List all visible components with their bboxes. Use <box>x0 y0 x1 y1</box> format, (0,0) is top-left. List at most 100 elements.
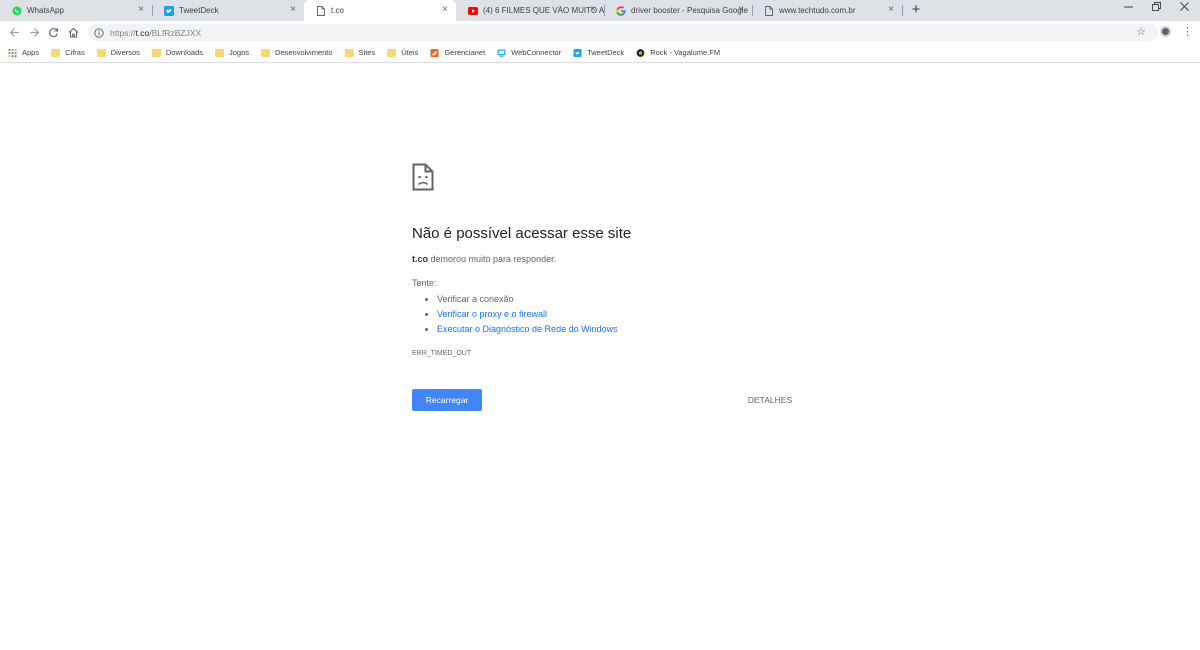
toolbar: https://t.co/BLfRzBZJXX ☆ ⋮ <box>0 21 1200 43</box>
folder-icon <box>344 48 354 57</box>
youtube-icon <box>468 6 478 16</box>
google-icon <box>616 5 626 16</box>
bookmark-label: Úteis <box>401 48 419 57</box>
close-icon[interactable]: × <box>886 5 896 15</box>
sad-page-icon <box>412 163 434 191</box>
url-host: t.co <box>135 27 150 38</box>
bookmark-folder-downloads[interactable]: Downloads <box>151 48 203 57</box>
error-host: t.co <box>412 254 429 264</box>
bookmark-label: Rock - Vagalume.FM <box>650 48 721 57</box>
try-label: Tente: <box>412 278 437 288</box>
home-button[interactable] <box>65 24 81 40</box>
tab-tco[interactable]: t.co × <box>304 0 456 21</box>
suggestions-list: Verificar a conexão Verificar o proxy e … <box>412 292 792 337</box>
home-icon <box>68 27 78 38</box>
folder-icon <box>215 48 224 57</box>
bookmark-star-icon[interactable]: ☆ <box>1135 25 1147 39</box>
tab-separator <box>902 5 903 16</box>
bookmarks-bar: Apps Cifras Diversos Downloads Jogos Des… <box>0 43 1200 63</box>
url-path: /BLfRzBZJXX <box>149 27 202 38</box>
folder-icon <box>151 48 161 57</box>
tweetdeck-icon <box>573 48 582 57</box>
bookmark-label: Gerencianet <box>444 48 486 57</box>
tab-google[interactable]: driver booster - Pesquisa Google × <box>604 0 752 21</box>
new-tab-button[interactable]: + <box>908 2 924 18</box>
tweetdeck-icon <box>164 5 174 16</box>
close-icon[interactable]: × <box>288 5 298 15</box>
close-icon[interactable]: × <box>736 5 746 15</box>
bookmark-apps[interactable]: Apps <box>8 48 39 57</box>
bookmark-gerencianet[interactable]: Gerencianet <box>430 48 485 57</box>
forward-button[interactable] <box>26 24 42 40</box>
vagalume-icon <box>636 48 645 57</box>
tab-techtudo[interactable]: www.techtudo.com.br × <box>752 0 902 21</box>
error-description-text: demorou muito para responder. <box>428 254 557 264</box>
url-scheme: https:// <box>110 27 136 38</box>
tab-title: driver booster - Pesquisa Google <box>631 6 748 15</box>
bookmark-folder-uteis[interactable]: Úteis <box>387 48 418 57</box>
tab-whatsapp[interactable]: WhatsApp × <box>0 0 152 21</box>
profile-avatar[interactable] <box>1160 26 1171 37</box>
tab-tweetdeck[interactable]: TweetDeck × <box>152 0 304 21</box>
tab-title: t.co <box>331 6 344 15</box>
close-icon[interactable]: × <box>136 5 146 15</box>
restore-icon[interactable] <box>1146 2 1166 16</box>
suggestion-check-connection: Verificar a conexão <box>437 292 792 307</box>
bookmark-label: Jogos <box>229 48 250 57</box>
tab-strip: WhatsApp × TweetDeck × t.co × (4) 6 FILM… <box>0 0 1200 21</box>
bookmark-folder-jogos[interactable]: Jogos <box>215 48 249 57</box>
arrow-left-icon <box>9 27 19 37</box>
error-description: t.co demorou muito para responder. <box>412 254 792 264</box>
tab-title: TweetDeck <box>179 6 219 15</box>
window-close-icon[interactable] <box>1174 2 1194 16</box>
reload-page-button[interactable]: Recarregar <box>412 389 482 411</box>
arrow-right-icon <box>29 27 39 37</box>
webconnector-icon <box>497 48 506 57</box>
bookmark-tweetdeck[interactable]: TweetDeck <box>573 48 624 57</box>
bookmark-label: WebConnector <box>511 48 562 57</box>
menu-dots-icon[interactable]: ⋮ <box>1182 25 1193 39</box>
tab-title: (4) 6 FILMES QUE VÃO MUITO AL <box>483 6 604 15</box>
suggestion-text: Verificar a conexão <box>437 294 514 304</box>
address-bar[interactable]: https://t.co/BLfRzBZJXX <box>88 24 1158 41</box>
info-icon[interactable] <box>94 27 104 38</box>
error-title: Não é possível acessar esse site <box>412 225 632 242</box>
folder-icon <box>261 48 271 57</box>
whatsapp-icon <box>12 6 22 16</box>
bookmark-folder-sites[interactable]: Sites <box>344 48 376 57</box>
bookmark-label: Sites <box>358 48 376 57</box>
suggestion-check-proxy: Verificar o proxy e o firewall <box>437 307 792 322</box>
bookmark-vagalume[interactable]: Rock - Vagalume.FM <box>636 48 720 57</box>
reload-icon <box>48 27 58 37</box>
close-icon[interactable]: × <box>588 5 598 15</box>
bookmark-webconnector[interactable]: WebConnector <box>497 48 561 57</box>
error-code: ERR_TIMED_OUT <box>412 350 472 357</box>
suggestion-network-diagnostics: Executar o Diagnóstico de Rede do Window… <box>437 322 792 337</box>
page-icon <box>764 5 774 16</box>
network-diagnostics-link[interactable]: Executar o Diagnóstico de Rede do Window… <box>437 324 618 334</box>
details-button[interactable]: DETALHES <box>740 393 800 407</box>
close-icon[interactable]: × <box>440 5 450 15</box>
folder-icon <box>51 48 61 57</box>
back-button[interactable] <box>6 24 22 40</box>
tab-youtube[interactable]: (4) 6 FILMES QUE VÃO MUITO AL × <box>456 0 604 21</box>
bookmark-folder-cifras[interactable]: Cifras <box>51 48 85 57</box>
bookmark-label: Downloads <box>165 48 203 57</box>
folder-icon <box>387 48 397 57</box>
folder-icon <box>96 48 106 57</box>
bookmark-label: Diversos <box>110 48 140 57</box>
error-content: Não é possível acessar esse site t.co de… <box>412 163 792 357</box>
bookmark-label: Apps <box>22 48 40 57</box>
bookmark-folder-desenvolvimento[interactable]: Desenvolvimento <box>261 48 333 57</box>
check-proxy-link[interactable]: Verificar o proxy e o firewall <box>437 309 547 319</box>
bookmark-label: Cifras <box>65 48 85 57</box>
tab-title: WhatsApp <box>27 6 64 15</box>
bookmark-label: Desenvolvimento <box>275 48 333 57</box>
page-icon <box>316 5 326 16</box>
gerencianet-icon <box>430 48 439 57</box>
reload-button[interactable] <box>45 24 61 40</box>
minimize-icon[interactable] <box>1118 2 1138 16</box>
bookmark-folder-diversos[interactable]: Diversos <box>96 48 140 57</box>
apps-grid-icon <box>8 48 17 57</box>
bookmark-label: TweetDeck <box>587 48 625 57</box>
